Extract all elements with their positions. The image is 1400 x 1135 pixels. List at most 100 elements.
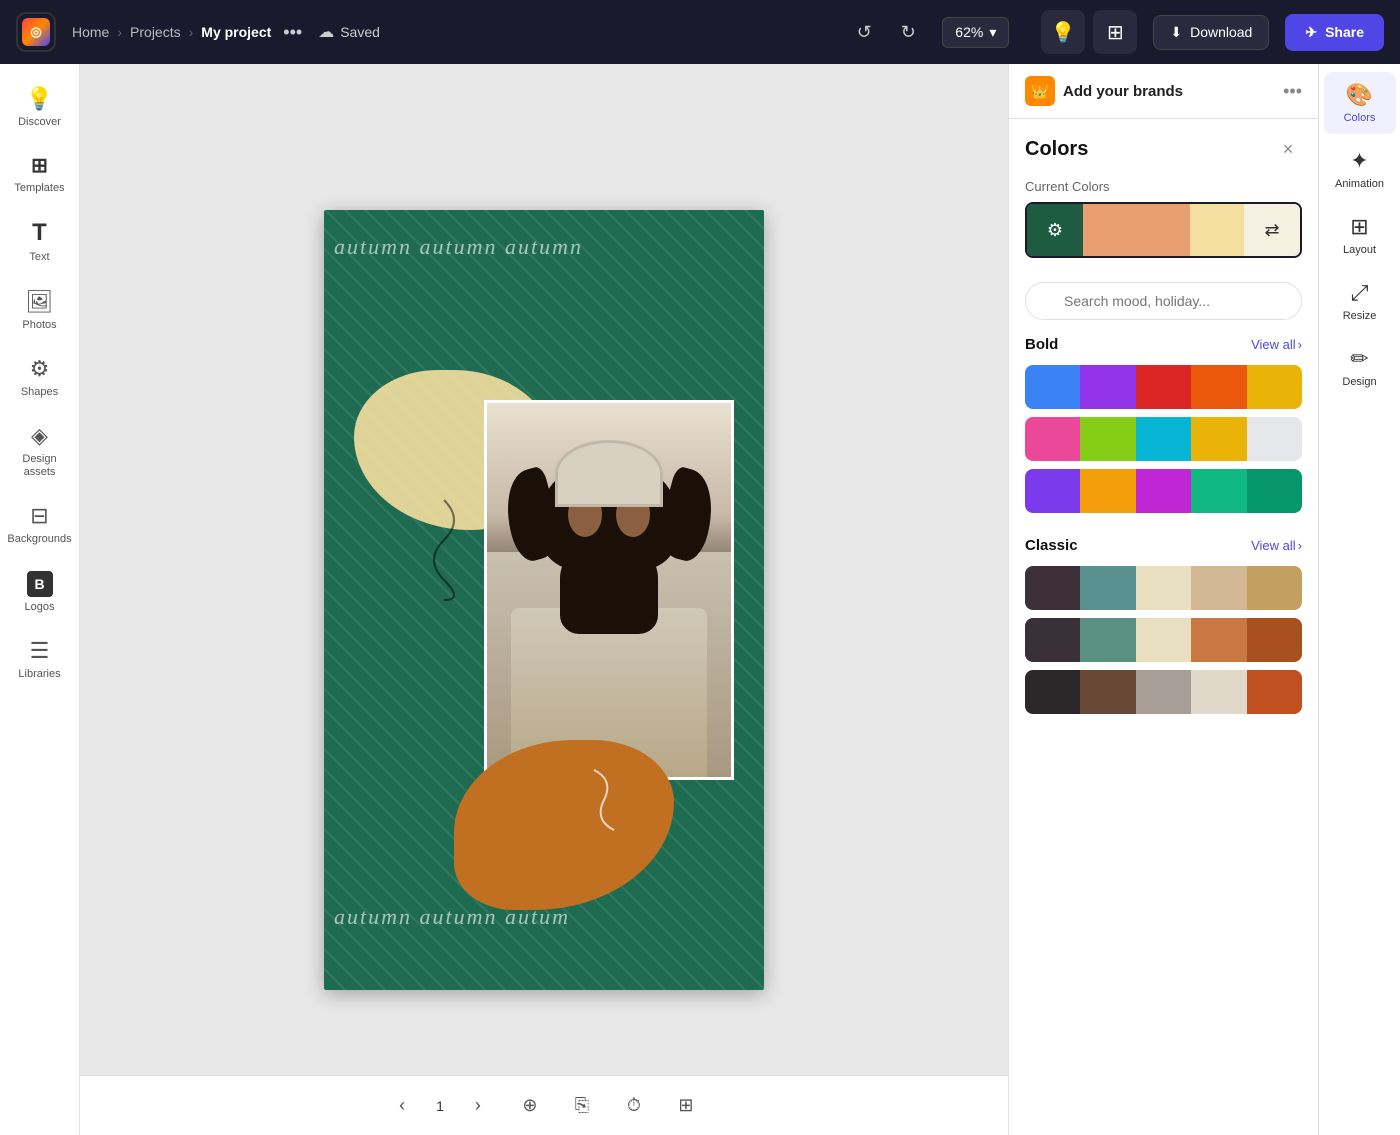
brand-more-button[interactable]: ••• (1283, 81, 1302, 102)
sidebar-item-photos[interactable]: 🖼 Photos (5, 279, 75, 342)
bold-swatch-2-2[interactable] (1080, 417, 1135, 461)
saved-label: Saved (340, 24, 380, 40)
classic-swatch-1-2[interactable] (1080, 566, 1135, 610)
bold-swatch-3-1[interactable] (1025, 469, 1080, 513)
classic-swatch-1-1[interactable] (1025, 566, 1080, 610)
nav-projects[interactable]: Projects (130, 24, 181, 40)
zoom-control[interactable]: 62% ▾ (942, 17, 1009, 48)
chevron-right-icon-2: › (1298, 538, 1302, 553)
project-more-dots[interactable]: ••• (283, 22, 302, 43)
bold-swatch-2-5[interactable] (1247, 417, 1302, 461)
classic-swatch-1-4[interactable] (1191, 566, 1246, 610)
canvas-area[interactable]: autumn autumn autumn (80, 64, 1008, 1135)
classic-palette-row-3 (1025, 670, 1302, 714)
sidebar-item-libraries[interactable]: ☰ Libraries (5, 628, 75, 691)
classic-swatch-1-5[interactable] (1247, 566, 1302, 610)
classic-swatch-2-4[interactable] (1191, 618, 1246, 662)
current-color-shuffle-icon[interactable]: ⇄ (1244, 204, 1300, 256)
bold-swatch-1-2[interactable] (1080, 365, 1135, 409)
far-right-design-label: Design (1342, 376, 1376, 388)
classic-swatch-2-3[interactable] (1136, 618, 1191, 662)
classic-swatch-3-5[interactable] (1247, 670, 1302, 714)
canvas-photo[interactable] (484, 400, 734, 780)
bold-palette-row-1 (1025, 365, 1302, 409)
grid-tool-button[interactable]: ⊞ (1093, 10, 1137, 54)
sidebar-item-text[interactable]: T Text (5, 209, 75, 274)
bold-swatch-1-5[interactable] (1247, 365, 1302, 409)
sidebar-item-shapes[interactable]: ⚙ Shapes (5, 346, 75, 409)
share-button[interactable]: ✈ Share (1285, 14, 1384, 51)
far-right-animation-label: Animation (1335, 178, 1384, 190)
sidebar-shapes-label: Shapes (21, 386, 58, 399)
far-right-colors-label: Colors (1344, 112, 1376, 124)
colors-close-button[interactable]: × (1274, 135, 1302, 163)
sidebar-item-templates[interactable]: ⊞ Templates (5, 143, 75, 205)
current-color-adjust-icon[interactable]: ⚙ (1027, 204, 1083, 256)
classic-swatch-2-2[interactable] (1080, 618, 1135, 662)
templates-icon: ⊞ (31, 153, 48, 178)
classic-swatch-3-3[interactable] (1136, 670, 1191, 714)
add-page-button[interactable]: ⊕ (512, 1088, 548, 1124)
colors-panel-icon: 🎨 (1346, 82, 1373, 108)
classic-swatch-3-4[interactable] (1191, 670, 1246, 714)
layout-icon: ⊞ (1350, 214, 1368, 240)
sidebar-item-design-assets[interactable]: ◈ Design assets (5, 413, 75, 489)
sidebar-item-discover[interactable]: 💡 Discover (5, 76, 75, 139)
undo-button[interactable]: ↺ (846, 14, 882, 50)
redo-button[interactable]: ↻ (890, 14, 926, 50)
bold-swatch-1-1[interactable] (1025, 365, 1080, 409)
classic-swatch-3-2[interactable] (1080, 670, 1135, 714)
classic-swatch-1-3[interactable] (1136, 566, 1191, 610)
magic-tool-button[interactable]: 💡 (1041, 10, 1085, 54)
bold-swatch-2-1[interactable] (1025, 417, 1080, 461)
bold-swatch-2-4[interactable] (1191, 417, 1246, 461)
discover-icon: 💡 (26, 86, 53, 112)
timer-button[interactable]: ⏱ (616, 1088, 652, 1124)
far-right-item-design[interactable]: ✏ Design (1324, 336, 1396, 398)
canvas-design[interactable]: autumn autumn autumn (324, 210, 764, 990)
far-right-item-animation[interactable]: ✦ Animation (1324, 138, 1396, 200)
app-logo[interactable]: ◎ (16, 12, 56, 52)
color-search-input[interactable] (1025, 282, 1302, 320)
design-icon: ✏ (1350, 346, 1368, 372)
bold-swatch-3-4[interactable] (1191, 469, 1246, 513)
bold-swatch-3-3[interactable] (1136, 469, 1191, 513)
nav-home[interactable]: Home (72, 24, 109, 40)
far-right-item-layout[interactable]: ⊞ Layout (1324, 204, 1396, 266)
breadcrumb-sep-2: › (189, 24, 194, 40)
copy-page-button[interactable]: ⎘ (564, 1088, 600, 1124)
save-status: ☁ Saved (318, 22, 380, 42)
prev-page-button[interactable]: ‹ (384, 1088, 420, 1124)
sidebar-text-label: Text (29, 251, 49, 264)
colors-panel-title: Colors (1025, 138, 1088, 161)
far-right-item-colors[interactable]: 🎨 Colors (1324, 72, 1396, 134)
bold-swatch-3-5[interactable] (1247, 469, 1302, 513)
sidebar-item-backgrounds[interactable]: ⊟ Backgrounds (5, 493, 75, 556)
bold-swatch-1-3[interactable] (1136, 365, 1191, 409)
sidebar-item-logos[interactable]: B Logos (5, 561, 75, 624)
canvas-wrapper: autumn autumn autumn (324, 210, 764, 990)
canvas-squiggle-orange (574, 760, 654, 840)
brand-title: Add your brands (1063, 83, 1275, 100)
classic-view-all-button[interactable]: View all › (1251, 538, 1302, 553)
current-color-swatch-2[interactable] (1190, 204, 1244, 256)
next-page-button[interactable]: › (460, 1088, 496, 1124)
undo-redo-group: ↺ ↻ (846, 14, 926, 50)
grid-view-button[interactable]: ⊞ (668, 1088, 704, 1124)
bold-view-all-button[interactable]: View all › (1251, 337, 1302, 352)
classic-palette-row-2 (1025, 618, 1302, 662)
classic-swatch-3-1[interactable] (1025, 670, 1080, 714)
download-button[interactable]: ⬇ Download (1153, 15, 1269, 50)
right-colors-panel: 👑 Add your brands ••• Colors × Current C… (1008, 64, 1318, 1135)
brand-header: 👑 Add your brands ••• (1009, 64, 1318, 119)
classic-swatch-2-5[interactable] (1247, 618, 1302, 662)
far-right-item-resize[interactable]: ⤢ Resize (1324, 270, 1396, 332)
bold-palette-row-2 (1025, 417, 1302, 461)
chevron-right-icon: › (1298, 337, 1302, 352)
bold-swatch-1-4[interactable] (1191, 365, 1246, 409)
current-color-swatch-1[interactable] (1083, 204, 1190, 256)
bold-swatch-2-3[interactable] (1136, 417, 1191, 461)
bold-swatch-3-2[interactable] (1080, 469, 1135, 513)
colors-panel-header: Colors × (1009, 119, 1318, 171)
classic-swatch-2-1[interactable] (1025, 618, 1080, 662)
